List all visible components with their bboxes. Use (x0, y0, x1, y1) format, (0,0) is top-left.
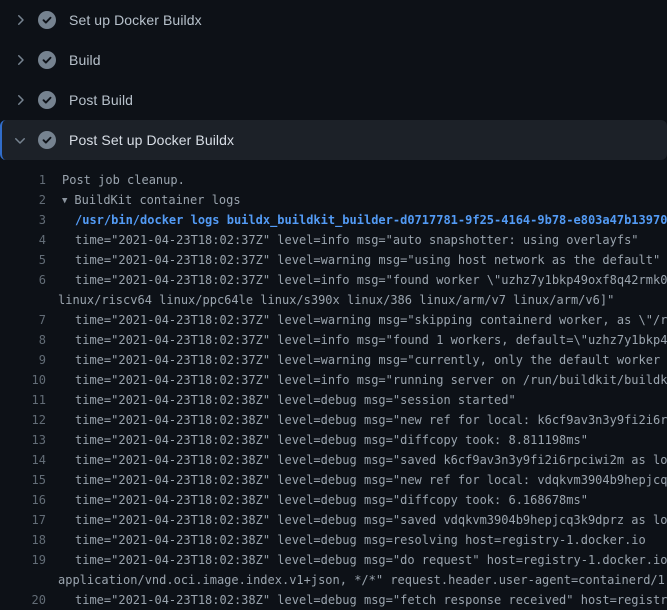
log-text: time="2021-04-23T18:02:37Z" level=warnin… (75, 350, 667, 370)
log-text: time="2021-04-23T18:02:38Z" level=debug … (75, 450, 667, 470)
line-number[interactable]: 10 (0, 370, 46, 390)
log-line: 13 time="2021-04-23T18:02:38Z" level=deb… (0, 430, 667, 450)
line-number[interactable]: 17 (0, 510, 46, 530)
log-text: time="2021-04-23T18:02:37Z" level=warnin… (75, 250, 660, 270)
line-number[interactable]: 14 (0, 450, 46, 470)
log-group-label[interactable]: BuildKit container logs (74, 193, 240, 207)
log-text: time="2021-04-23T18:02:37Z" level=info m… (75, 370, 667, 390)
log-text: time="2021-04-23T18:02:38Z" level=debug … (75, 590, 667, 610)
line-number[interactable]: 15 (0, 470, 46, 490)
log-text: ▼ BuildKit container logs (62, 190, 241, 210)
step-header-post-set-up-docker-buildx[interactable]: Post Set up Docker Buildx (0, 120, 667, 160)
collapse-caret-icon[interactable]: ▼ (62, 191, 67, 211)
log-line: 12 time="2021-04-23T18:02:38Z" level=deb… (0, 410, 667, 430)
step-header-set-up-docker-buildx[interactable]: Set up Docker Buildx (0, 0, 667, 40)
log-line: 19 time="2021-04-23T18:02:38Z" level=deb… (0, 550, 667, 570)
log-text: time="2021-04-23T18:02:38Z" level=debug … (75, 430, 588, 450)
log-line: 11 time="2021-04-23T18:02:38Z" level=deb… (0, 390, 667, 410)
line-number[interactable]: 6 (0, 270, 46, 290)
line-number[interactable]: 18 (0, 530, 46, 550)
line-number[interactable]: 9 (0, 350, 46, 370)
log-line: 4 time="2021-04-23T18:02:37Z" level=info… (0, 230, 667, 250)
line-number[interactable]: 4 (0, 230, 46, 250)
command-text: /usr/bin/docker logs buildx_buildkit_bui… (75, 210, 667, 230)
line-number[interactable]: 3 (0, 210, 46, 230)
log-text: linux/riscv64 linux/ppc64le linux/s390x … (58, 290, 614, 310)
log-line: linux/riscv64 linux/ppc64le linux/s390x … (0, 290, 667, 310)
log-group-line: 2 ▼ BuildKit container logs (0, 190, 667, 210)
log-line: 17 time="2021-04-23T18:02:38Z" level=deb… (0, 510, 667, 530)
check-circle-icon (38, 91, 56, 109)
chevron-right-icon[interactable] (12, 12, 28, 28)
check-circle-icon (38, 131, 56, 149)
line-number[interactable]: 7 (0, 310, 46, 330)
log-line: 6 time="2021-04-23T18:02:37Z" level=info… (0, 270, 667, 290)
log-text: time="2021-04-23T18:02:38Z" level=debug … (75, 510, 667, 530)
chevron-down-icon[interactable] (12, 132, 28, 148)
log-text: time="2021-04-23T18:02:38Z" level=debug … (75, 490, 588, 510)
log-line: 5 time="2021-04-23T18:02:37Z" level=warn… (0, 250, 667, 270)
step-label: Post Build (69, 92, 133, 108)
step-header-post-build[interactable]: Post Build (0, 80, 667, 120)
log-line: 1 Post job cleanup. (0, 170, 667, 190)
log-area: 1 Post job cleanup. 2 ▼ BuildKit containe… (0, 160, 667, 610)
log-line: 16 time="2021-04-23T18:02:38Z" level=deb… (0, 490, 667, 510)
log-text: time="2021-04-23T18:02:38Z" level=debug … (75, 530, 646, 550)
log-line: 8 time="2021-04-23T18:02:37Z" level=info… (0, 330, 667, 350)
log-line: 3 /usr/bin/docker logs buildx_buildkit_b… (0, 210, 667, 230)
line-number[interactable] (0, 290, 46, 310)
log-text: time="2021-04-23T18:02:37Z" level=warnin… (75, 310, 667, 330)
line-number[interactable] (0, 570, 46, 590)
step-label: Build (69, 52, 101, 68)
line-number[interactable]: 8 (0, 330, 46, 350)
line-number[interactable]: 13 (0, 430, 46, 450)
log-text: Post job cleanup. (62, 170, 185, 190)
steps-list: Set up Docker Buildx Build P (0, 0, 667, 160)
log-line: application/vnd.oci.image.index.v1+json,… (0, 570, 667, 590)
log-text: time="2021-04-23T18:02:37Z" level=info m… (75, 330, 667, 350)
line-number[interactable]: 1 (0, 170, 46, 190)
line-number[interactable]: 16 (0, 490, 46, 510)
log-line: 15 time="2021-04-23T18:02:38Z" level=deb… (0, 470, 667, 490)
log-text: time="2021-04-23T18:02:38Z" level=debug … (75, 550, 667, 570)
step-label: Post Set up Docker Buildx (69, 132, 234, 148)
log-line: 10 time="2021-04-23T18:02:37Z" level=inf… (0, 370, 667, 390)
log-text: time="2021-04-23T18:02:38Z" level=debug … (75, 470, 667, 490)
log-text: time="2021-04-23T18:02:37Z" level=info m… (75, 270, 667, 290)
line-number[interactable]: 12 (0, 410, 46, 430)
step-label: Set up Docker Buildx (69, 12, 202, 28)
log-text: time="2021-04-23T18:02:38Z" level=debug … (75, 410, 667, 430)
check-circle-icon (38, 11, 56, 29)
line-number[interactable]: 2 (0, 190, 46, 210)
log-line: 9 time="2021-04-23T18:02:37Z" level=warn… (0, 350, 667, 370)
line-number[interactable]: 20 (0, 590, 46, 610)
log-line: 20 time="2021-04-23T18:02:38Z" level=deb… (0, 590, 667, 610)
log-line: 14 time="2021-04-23T18:02:38Z" level=deb… (0, 450, 667, 470)
check-circle-icon (38, 51, 56, 69)
actions-log-viewer: Set up Docker Buildx Build P (0, 0, 667, 610)
log-text: time="2021-04-23T18:02:38Z" level=debug … (75, 390, 516, 410)
log-line: 18 time="2021-04-23T18:02:38Z" level=deb… (0, 530, 667, 550)
log-text: time="2021-04-23T18:02:37Z" level=info m… (75, 230, 639, 250)
line-number[interactable]: 5 (0, 250, 46, 270)
line-number[interactable]: 11 (0, 390, 46, 410)
chevron-right-icon[interactable] (12, 52, 28, 68)
step-header-build[interactable]: Build (0, 40, 667, 80)
log-line: 7 time="2021-04-23T18:02:37Z" level=warn… (0, 310, 667, 330)
line-number[interactable]: 19 (0, 550, 46, 570)
log-text: application/vnd.oci.image.index.v1+json,… (58, 570, 667, 590)
chevron-right-icon[interactable] (12, 92, 28, 108)
